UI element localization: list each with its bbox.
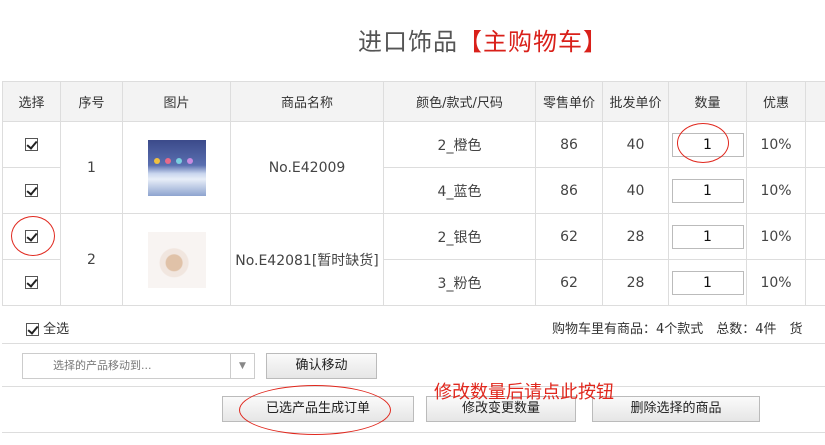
column-header: 零售单价 <box>535 81 603 122</box>
retail-price: 62 <box>535 259 603 306</box>
product-name[interactable]: No.E42081[暂时缺货] <box>230 213 384 306</box>
discount: 10% <box>746 167 806 214</box>
wholesale-price: 40 <box>602 167 669 214</box>
column-header: 颜色/款式/尺码 <box>383 81 536 122</box>
move-to-select[interactable]: 选择的产品移动到... ▼ <box>22 353 255 379</box>
row-checkbox[interactable] <box>25 276 38 289</box>
variant-option: 4_蓝色 <box>383 167 536 214</box>
column-header: 批发单价 <box>602 81 669 122</box>
discount: 10% <box>746 213 806 260</box>
wholesale-price: 28 <box>602 213 669 260</box>
table-header-row: 选择 序号 图片 商品名称 颜色/款式/尺码 零售单价 批发单价 数量 优惠 <box>2 81 825 122</box>
row-checkbox[interactable] <box>25 184 38 197</box>
annotation-circle <box>11 216 55 256</box>
column-header: 图片 <box>122 81 231 122</box>
select-all[interactable]: 全选 <box>26 318 69 337</box>
wholesale-price: 40 <box>602 121 669 168</box>
divider <box>2 386 825 387</box>
cart-summary: 购物车里有商品：4个款式 总数：4件 货 <box>552 322 803 337</box>
product-index: 1 <box>60 121 123 214</box>
page-title-prefix: 进口饰品 <box>358 28 458 56</box>
retail-price: 62 <box>535 213 603 260</box>
retail-price: 86 <box>535 167 603 214</box>
column-header: 序号 <box>60 81 123 122</box>
column-header: 商品名称 <box>230 81 384 122</box>
column-header-overflow <box>805 81 825 122</box>
product-name[interactable]: No.E42009 <box>230 121 384 214</box>
divider <box>2 432 825 433</box>
variant-option: 3_粉色 <box>383 259 536 306</box>
quantity-input[interactable]: 1 <box>671 270 744 295</box>
select-all-label: 全选 <box>43 322 70 337</box>
product-image-cell <box>122 213 231 306</box>
product-image-cell <box>122 121 231 214</box>
variant-option: 2_橙色 <box>383 121 536 168</box>
product-index: 2 <box>60 213 123 306</box>
delete-selected-button[interactable]: 删除选择的商品 <box>592 396 760 422</box>
retail-price: 86 <box>535 121 603 168</box>
confirm-move-button[interactable]: 确认移动 <box>266 353 377 379</box>
title-bracket-close: 】 <box>583 28 608 56</box>
discount: 10% <box>746 121 806 168</box>
product-image[interactable] <box>147 139 206 196</box>
move-to-placeholder: 选择的产品移动到... <box>53 359 152 372</box>
annotation-circle <box>677 123 729 163</box>
row-checkbox[interactable] <box>25 138 38 151</box>
column-header: 优惠 <box>746 81 806 122</box>
chevron-down-icon[interactable]: ▼ <box>230 354 254 378</box>
quantity-input[interactable]: 1 <box>671 224 744 249</box>
page-title-highlight: 主购物车 <box>483 28 583 56</box>
product-image[interactable] <box>147 231 206 288</box>
quantity-input[interactable]: 1 <box>671 178 744 203</box>
select-all-checkbox[interactable] <box>26 323 39 336</box>
annotation-circle <box>239 385 391 435</box>
title-bracket-open: 【 <box>458 28 483 56</box>
table-row: 2 No.E42081[暂时缺货] 2_银色 62 28 1 10% <box>2 213 825 306</box>
instruction-note: 修改数量后请点此按钮 <box>434 382 614 403</box>
column-header: 选择 <box>2 81 61 122</box>
column-header: 数量 <box>668 81 747 122</box>
cart-table: 选择 序号 图片 商品名称 颜色/款式/尺码 零售单价 批发单价 数量 优惠 1… <box>2 81 825 306</box>
divider <box>2 343 825 344</box>
variant-option: 2_银色 <box>383 213 536 260</box>
page-title: 进口饰品【主购物车】 <box>358 22 608 57</box>
discount: 10% <box>746 259 806 306</box>
wholesale-price: 28 <box>602 259 669 306</box>
